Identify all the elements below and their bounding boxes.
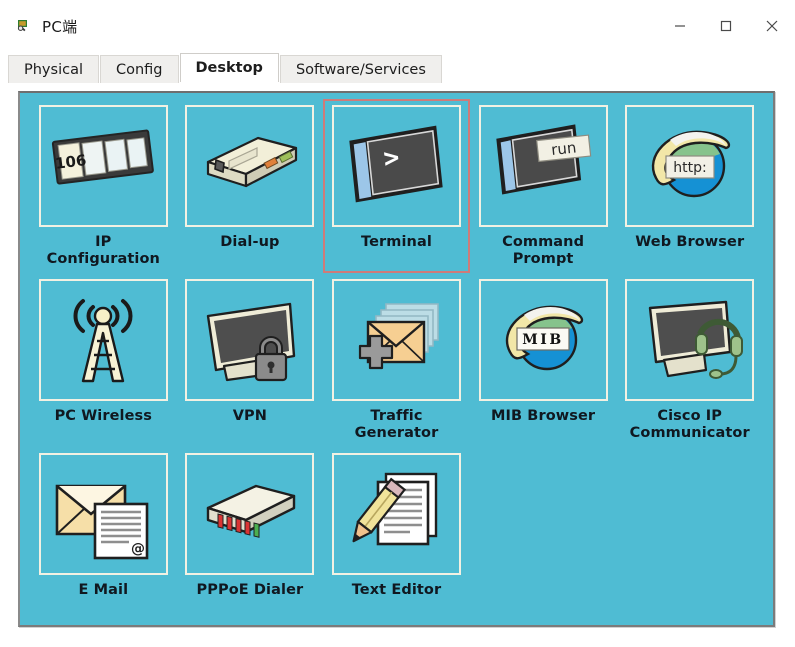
- dial-up-modem-icon: [194, 116, 306, 216]
- label-line-1: Terminal: [361, 234, 432, 250]
- label-line-1: Web Browser: [635, 234, 745, 250]
- label-line-2: Configuration: [46, 251, 160, 268]
- tab-software-services-label: Software/Services: [295, 62, 426, 78]
- label-line-1: PC Wireless: [54, 408, 153, 424]
- tab-desktop-label: Desktop: [195, 60, 263, 76]
- tab-bar: Physical Config Desktop Software/Service…: [0, 52, 795, 83]
- web-browser-icon-text: http:: [673, 160, 706, 176]
- desktop-item-vpn[interactable]: VPN: [177, 273, 324, 447]
- tab-desktop[interactable]: Desktop: [179, 53, 279, 82]
- ip-configuration-icon: 106: [47, 116, 159, 216]
- desktop-item-text-editor[interactable]: Text Editor: [323, 447, 470, 621]
- pppoe-dialer-icon: [194, 464, 306, 564]
- label-line-1: E Mail: [78, 582, 129, 598]
- desktop-item-label: Traffic Generator: [355, 408, 439, 442]
- desktop-item-terminal[interactable]: > Terminal: [323, 99, 470, 273]
- desktop-icon-grid: 106 IP Configuration Dial-up > Terminal …: [20, 93, 773, 621]
- title-bar-left: PC端: [0, 16, 77, 37]
- label-line-1: MIB Browser: [490, 408, 596, 424]
- traffic-generator-icon: [340, 290, 452, 390]
- vpn-icon-box: [185, 279, 315, 401]
- desktop-item-e-mail[interactable]: @ E Mail: [30, 447, 177, 621]
- desktop-item-dial-up[interactable]: Dial-up: [177, 99, 324, 273]
- desktop-item-label: Terminal: [361, 234, 432, 251]
- terminal-icon-box: >: [331, 105, 461, 227]
- label-line-2: Generator: [354, 425, 439, 442]
- traffic-generator-icon-box: [331, 279, 461, 401]
- text-editor-icon-box: [331, 453, 461, 575]
- desktop-item-label: MIB Browser: [491, 408, 595, 425]
- label-line-1: Traffic: [370, 408, 423, 424]
- label-line-1: Dial-up: [220, 234, 280, 250]
- tab-software-services[interactable]: Software/Services: [279, 55, 442, 83]
- desktop-item-label: IP Configuration: [47, 234, 160, 268]
- desktop-item-label: Command Prompt: [502, 234, 584, 268]
- web-browser-icon: http:: [634, 116, 746, 216]
- tab-physical[interactable]: Physical: [8, 55, 99, 83]
- desktop-item-label: E Mail: [78, 582, 128, 599]
- minimize-button[interactable]: [657, 0, 703, 52]
- window-title-bar: PC端: [0, 0, 795, 52]
- label-line-1: IP: [95, 234, 112, 250]
- desktop-item-pc-wireless[interactable]: PC Wireless: [30, 273, 177, 447]
- desktop-item-web-browser[interactable]: http: Web Browser: [616, 99, 763, 273]
- label-line-2: Prompt: [512, 251, 574, 268]
- desktop-item-cisco-ip-communicator[interactable]: Cisco IP Communicator: [616, 273, 763, 447]
- window-title: PC端: [42, 17, 78, 36]
- label-line-1: Cisco IP: [657, 408, 723, 424]
- e-mail-icon-box: @: [38, 453, 168, 575]
- tab-config[interactable]: Config: [99, 55, 179, 83]
- tab-physical-label: Physical: [24, 62, 83, 78]
- label-line-1: Text Editor: [351, 582, 442, 598]
- desktop-item-pppoe-dialer[interactable]: PPPoE Dialer: [177, 447, 324, 621]
- desktop-item-label: PPPoE Dialer: [197, 582, 304, 599]
- label-line-1: VPN: [232, 408, 268, 424]
- terminal-icon-text: >: [383, 143, 402, 174]
- command-prompt-icon-text: run: [550, 138, 577, 159]
- command-prompt-icon: run: [487, 116, 599, 216]
- mib-browser-icon-text: MIB: [522, 332, 563, 348]
- desktop-item-label: Cisco IP Communicator: [630, 408, 750, 442]
- pppoe-dialer-icon-box: [185, 453, 315, 575]
- mib-browser-icon: MIB: [487, 290, 599, 390]
- desktop-item-ip-configuration[interactable]: 106 IP Configuration: [30, 99, 177, 273]
- window-controls: [657, 0, 795, 52]
- cisco-ip-communicator-icon: [634, 290, 746, 390]
- desktop-item-label: VPN: [233, 408, 267, 425]
- pc-wireless-antenna-icon: [47, 289, 159, 391]
- desktop-item-mib-browser[interactable]: MIB MIB Browser: [470, 273, 617, 447]
- pc-wireless-icon-box: [38, 279, 168, 401]
- cisco-ip-communicator-icon-box: [625, 279, 755, 401]
- text-editor-icon: [340, 464, 452, 564]
- desktop-item-label: Web Browser: [635, 234, 744, 251]
- tab-config-label: Config: [115, 62, 163, 78]
- desktop-item-label: Text Editor: [352, 582, 442, 599]
- close-button[interactable]: [749, 0, 795, 52]
- terminal-icon: >: [340, 116, 452, 216]
- command-prompt-icon-box: run: [478, 105, 608, 227]
- ip-configuration-icon-box: 106: [38, 105, 168, 227]
- email-icon: @: [47, 464, 159, 564]
- packet-tracer-pc-icon: [16, 17, 34, 35]
- web-browser-icon-box: http:: [625, 105, 755, 227]
- ip-configuration-icon-text: 106: [54, 151, 87, 173]
- desktop-item-traffic-generator[interactable]: Traffic Generator: [323, 273, 470, 447]
- desktop-panel: 106 IP Configuration Dial-up > Terminal …: [18, 91, 775, 627]
- label-line-1: Command: [502, 234, 585, 250]
- dial-up-icon-box: [185, 105, 315, 227]
- vpn-monitor-lock-icon: [194, 290, 306, 390]
- mib-browser-icon-box: MIB: [478, 279, 608, 401]
- label-line-2: Communicator: [629, 425, 750, 442]
- maximize-button[interactable]: [703, 0, 749, 52]
- label-line-1: PPPoE Dialer: [196, 582, 304, 598]
- email-at-icon-text: @: [131, 541, 145, 557]
- desktop-panel-wrapper: 106 IP Configuration Dial-up > Terminal …: [0, 83, 795, 627]
- desktop-item-command-prompt[interactable]: run Command Prompt: [470, 99, 617, 273]
- desktop-item-label: Dial-up: [220, 234, 279, 251]
- desktop-item-label: PC Wireless: [55, 408, 152, 425]
